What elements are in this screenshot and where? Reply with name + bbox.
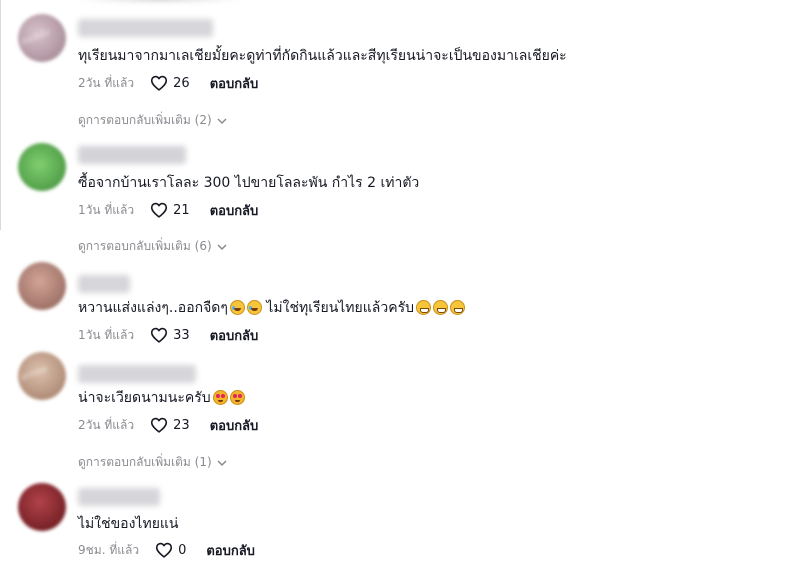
view-more-replies[interactable]: ดูการตอบกลับเพิ่มเติม (6)	[78, 237, 227, 256]
heart-outline-icon	[151, 327, 168, 343]
comment-text-part: หวานแส่งแล่งๆ..ออกจืดๆ	[78, 300, 228, 316]
username-blurred[interactable]	[78, 365, 196, 383]
view-more-replies[interactable]: ดูการตอบกลับเพิ่มเติม (1)	[78, 453, 227, 472]
comment-list-page: อมหลัง ทุเรียนมาจากมาเลเชียมั้ยคะดูท่าที…	[0, 0, 800, 574]
timestamp: 2วัน ที่แล้ว	[78, 417, 135, 432]
avatar[interactable]	[18, 143, 66, 191]
comment-text: ซื้อจากบ้านเราโลละ 300 ไปขายโลละพัน กำไร…	[78, 175, 420, 191]
view-more-replies[interactable]: ดูการตอบกลับเพิ่มเติม (2)	[78, 111, 227, 130]
like-button[interactable]: 0	[155, 542, 186, 558]
panel-border	[0, 0, 1, 230]
like-button[interactable]: 33	[150, 327, 190, 343]
comment-text: ทุเรียนมาจากมาเลเชียมั้ยคะดูท่าที่กัดกิน…	[78, 48, 567, 64]
username-blurred[interactable]	[78, 488, 160, 506]
view-replies-label: ดูการตอบกลับเพิ่มเติม (6)	[78, 239, 212, 253]
face-with-tears-of-joy-icon	[229, 300, 245, 315]
username-blurred[interactable]	[78, 146, 186, 164]
like-count: 23	[173, 417, 190, 433]
grinning-face-icon	[449, 300, 465, 315]
comment-text-part: น่าจะเวียดนามนะครับ	[78, 390, 211, 406]
reply-button[interactable]: ตอบกลับ	[210, 325, 259, 346]
avatar[interactable]: amne	[18, 352, 66, 400]
chevron-down-icon	[217, 117, 227, 124]
grinning-face-icon	[432, 300, 448, 315]
avatar[interactable]	[18, 262, 66, 310]
comment-meta: 1วัน ที่แล้ว 33 ตอบกลับ	[78, 325, 258, 345]
username-blurred[interactable]	[78, 19, 213, 37]
comment-text: น่าจะเวียดนามนะครับ	[78, 388, 245, 408]
comment-meta: 2วัน ที่แล้ว 23 ตอบกลับ	[78, 415, 258, 435]
comment-meta: 9ชม. ที่แล้ว 0 ตอบกลับ	[78, 540, 255, 560]
comment-meta: 2วัน ที่แล้ว 26 ตอบกลับ	[78, 73, 258, 93]
comment-meta: 1วัน ที่แล้ว 21 ตอบกลับ	[78, 200, 258, 220]
comment-text: หวานแส่งแล่งๆ..ออกจืดๆ ไม่ใช่ทุเรียนไทยแ…	[78, 298, 465, 318]
cut-off-previous-item	[80, 0, 240, 2]
timestamp: 1วัน ที่แล้ว	[78, 202, 135, 217]
like-count: 21	[173, 202, 190, 218]
like-button[interactable]: 23	[150, 417, 190, 433]
heart-outline-icon	[151, 417, 168, 433]
avatar-watermark: อมหลัง	[19, 27, 52, 48]
avatar[interactable]: อมหลัง	[18, 14, 66, 62]
face-with-tears-of-joy-icon	[246, 300, 262, 315]
view-replies-label: ดูการตอบกลับเพิ่มเติม (1)	[78, 455, 212, 469]
timestamp: 9ชม. ที่แล้ว	[78, 542, 140, 557]
like-count: 26	[173, 75, 190, 91]
comment-text-part: ไม่ใช่ทุเรียนไทยแล้วครับ	[261, 300, 414, 316]
timestamp: 2วัน ที่แล้ว	[78, 75, 135, 90]
smiling-face-with-hearts-icon	[212, 390, 228, 405]
timestamp: 1วัน ที่แล้ว	[78, 327, 135, 342]
grinning-face-icon	[415, 300, 431, 315]
smiling-face-with-hearts-icon	[229, 390, 245, 405]
like-button[interactable]: 21	[150, 202, 190, 218]
view-replies-label: ดูการตอบกลับเพิ่มเติม (2)	[78, 113, 212, 127]
reply-button[interactable]: ตอบกลับ	[210, 415, 259, 436]
reply-button[interactable]: ตอบกลับ	[210, 73, 259, 94]
avatar-watermark: amne	[18, 363, 50, 384]
chevron-down-icon	[217, 459, 227, 466]
username-blurred[interactable]	[78, 275, 130, 293]
like-count: 33	[173, 327, 190, 343]
heart-outline-icon	[151, 75, 168, 91]
like-count: 0	[178, 542, 187, 558]
avatar[interactable]	[18, 483, 66, 531]
heart-outline-icon	[155, 542, 173, 558]
chevron-down-icon	[217, 243, 227, 250]
reply-button[interactable]: ตอบกลับ	[206, 540, 255, 561]
like-button[interactable]: 26	[150, 75, 190, 91]
heart-outline-icon	[151, 202, 168, 218]
comment-text: ไม่ใช่ของไทยแน่	[78, 516, 179, 532]
reply-button[interactable]: ตอบกลับ	[210, 200, 259, 221]
